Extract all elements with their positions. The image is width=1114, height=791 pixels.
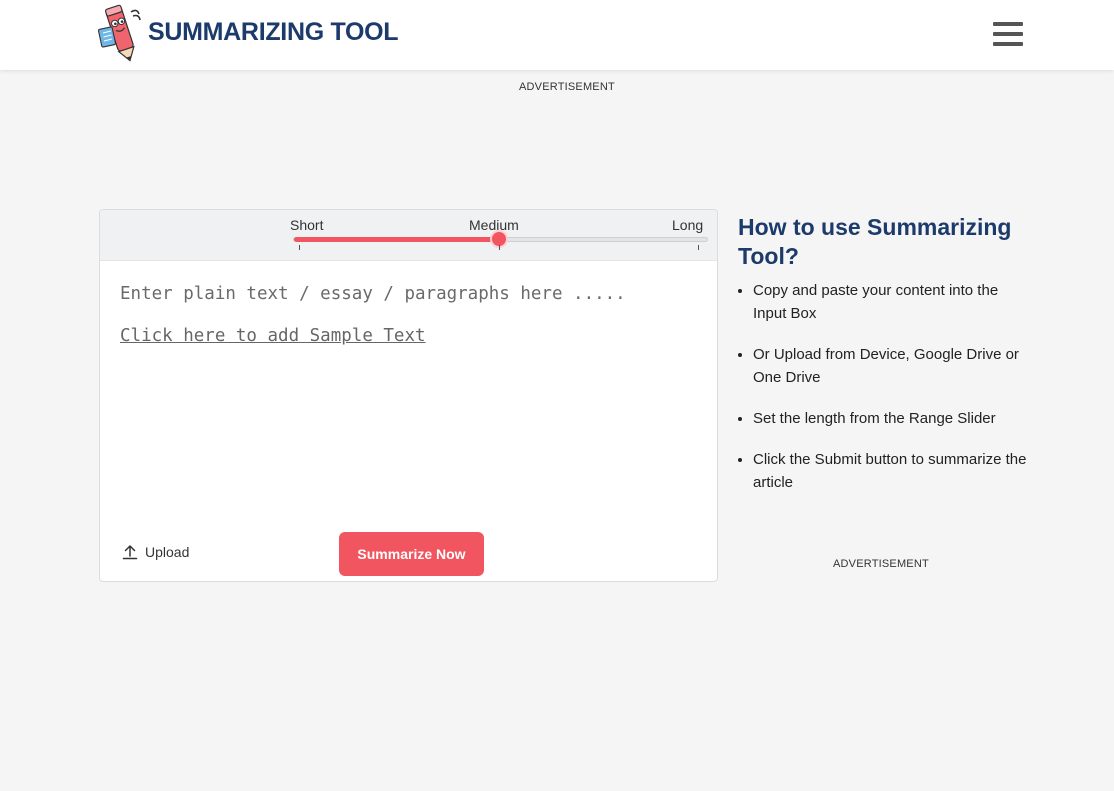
length-option-medium[interactable]: Medium: [469, 217, 519, 233]
upload-button[interactable]: Upload: [122, 544, 189, 560]
summarize-now-button[interactable]: Summarize Now: [339, 532, 484, 576]
summarizer-panel: Short Medium Long Click here to add Samp…: [99, 209, 718, 582]
how-to-step: Click the Submit button to summarize the…: [753, 448, 1028, 494]
length-slider-fill: [294, 237, 500, 242]
hamburger-menu-icon[interactable]: [991, 20, 1025, 48]
how-to-steps: Copy and paste your content into the Inp…: [738, 279, 1028, 494]
length-option-long[interactable]: Long: [672, 217, 703, 233]
how-to-step: Or Upload from Device, Google Drive or O…: [753, 343, 1028, 389]
length-option-short[interactable]: Short: [290, 217, 323, 233]
pencil-mascot-icon[interactable]: [97, 2, 145, 64]
site-header: SUMMARIZING TOOL: [0, 0, 1114, 70]
upload-arrow-icon: [122, 545, 138, 560]
how-to-step: Set the length from the Range Slider: [753, 407, 1028, 430]
length-range-bar: Short Medium Long: [100, 210, 717, 261]
side-advertisement-label: ADVERTISEMENT: [833, 558, 929, 570]
length-slider-thumb[interactable]: [491, 232, 506, 246]
slider-tick-short: [299, 245, 300, 250]
slider-tick-long: [698, 245, 699, 250]
top-advertisement-label: ADVERTISEMENT: [519, 81, 615, 93]
add-sample-text-link[interactable]: Click here to add Sample Text: [120, 326, 426, 346]
how-to-section: How to use Summarizing Tool? Copy and pa…: [738, 213, 1028, 512]
text-input[interactable]: [120, 284, 700, 304]
upload-label: Upload: [145, 544, 190, 560]
slider-tick-medium: [499, 245, 500, 250]
how-to-title: How to use Summarizing Tool?: [738, 214, 1012, 269]
brand-title[interactable]: SUMMARIZING TOOL: [148, 18, 399, 47]
how-to-step: Copy and paste your content into the Inp…: [753, 279, 1028, 325]
